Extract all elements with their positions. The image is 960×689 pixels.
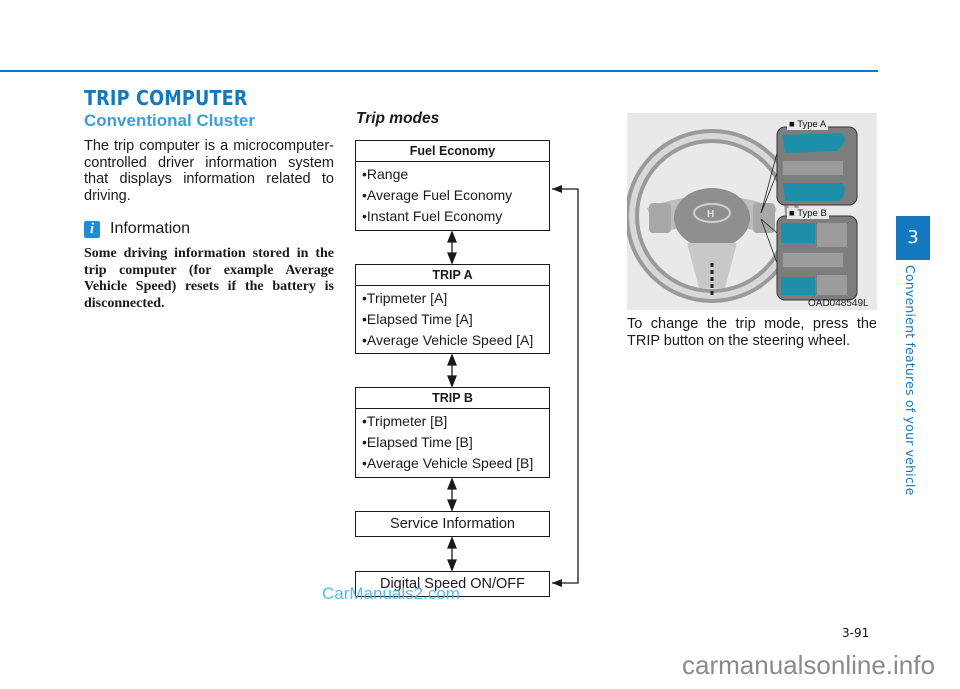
mode-box-title: Fuel Economy [356, 141, 549, 162]
steering-wheel-figure: H ■ Type A ■ Type B [627, 113, 877, 310]
double-arrow-icon [447, 477, 457, 512]
steering-wheel-icon: H [627, 126, 858, 303]
mode-box-trip-a: TRIP A Tripmeter [A] Elapsed Time [A] Av… [355, 264, 550, 354]
loop-connector [552, 188, 579, 584]
arrow-left-icon [552, 185, 562, 193]
watermark-carmanuals2: CarManuals2.com [322, 584, 460, 603]
svg-text:H: H [707, 209, 714, 220]
chapter-title: Convenient features of your vehicle [903, 265, 918, 496]
type-a-label: ■ Type A [787, 119, 829, 130]
mode-box-title: TRIP B [356, 388, 549, 409]
page-number: 3-91 [842, 626, 870, 640]
mode-box-service-information: Service Information [355, 511, 550, 537]
intro-paragraph: The trip computer is a microcomputer-con… [84, 138, 334, 204]
double-arrow-icon [447, 353, 457, 388]
mode-box-trip-b: TRIP B Tripmeter [B] Elapsed Time [B] Av… [355, 387, 550, 478]
instruction-text: To change the trip mode, press the TRIP … [627, 316, 877, 349]
mode-item: Average Vehicle Speed [A] [362, 330, 549, 351]
mode-item: Elapsed Time [B] [362, 432, 549, 453]
type-b-label: ■ Type B [787, 208, 829, 219]
mode-item: Average Vehicle Speed [B] [362, 453, 549, 474]
mode-item: Range [362, 164, 549, 185]
info-heading: i Information [84, 220, 190, 238]
trip-modes-heading: Trip modes [356, 110, 440, 127]
info-text: Some driving information stored in the t… [84, 246, 334, 311]
watermark-carmanualsonline: carmanualsonline.info [682, 650, 935, 680]
info-icon: i [84, 220, 100, 238]
mode-box-fuel-economy: Fuel Economy Range Average Fuel Economy … [355, 140, 550, 231]
mode-item: Average Fuel Economy [362, 185, 549, 206]
figure-code: OAD048549L [808, 298, 869, 309]
double-arrow-icon [447, 230, 457, 265]
mode-item: Tripmeter [A] [362, 288, 549, 309]
mode-item: Tripmeter [B] [362, 411, 549, 432]
section-title: TRIP COMPUTER [84, 86, 248, 110]
mode-box-title: TRIP A [356, 265, 549, 286]
mode-item: Instant Fuel Economy [362, 206, 549, 227]
arrow-left-icon [552, 579, 562, 587]
chapter-number-tab: 3 [896, 216, 930, 260]
top-rule [0, 70, 878, 72]
double-arrow-icon [447, 536, 457, 572]
info-label: Information [110, 220, 191, 237]
mode-item: Elapsed Time [A] [362, 309, 549, 330]
subsection-title: Conventional Cluster [84, 111, 255, 130]
